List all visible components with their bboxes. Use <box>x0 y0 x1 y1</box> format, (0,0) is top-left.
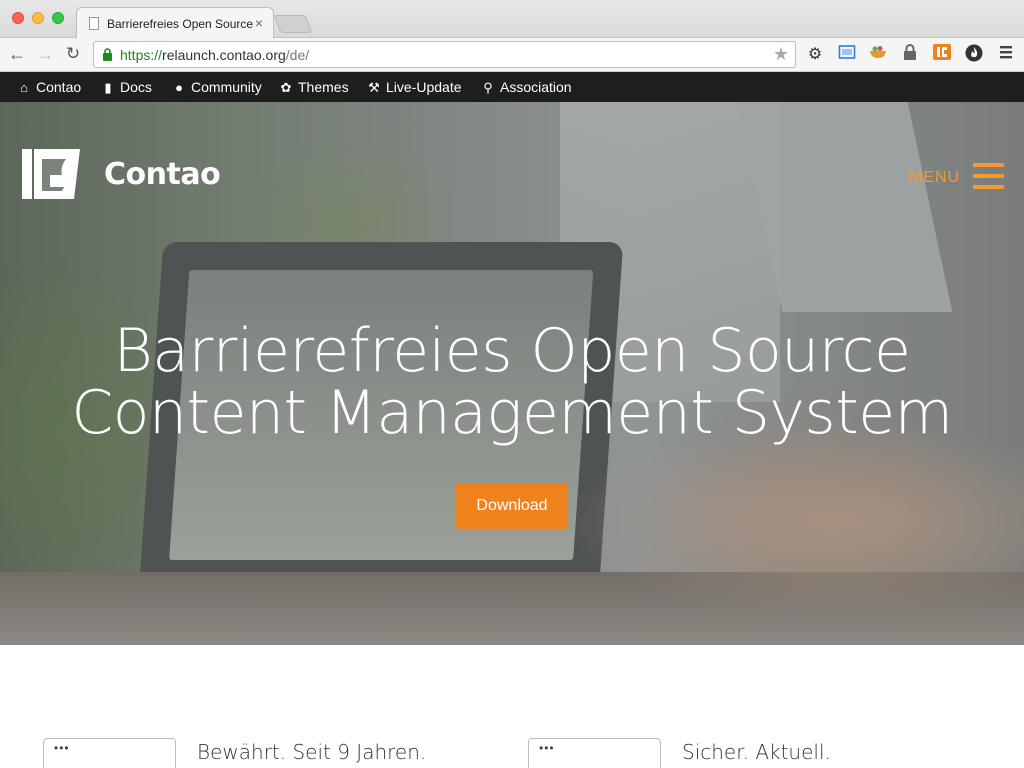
topnav-label: Contao <box>36 79 82 95</box>
topnav-label: Live-Update <box>386 79 462 95</box>
site-logo[interactable]: Contao <box>20 147 230 203</box>
hamburger-glyph <box>1000 46 1012 59</box>
map-marker-icon: ⚲ <box>483 80 493 95</box>
address-bar[interactable]: https://relaunch.contao.org/de/ ★ <box>93 41 796 68</box>
contao-extension-icon[interactable] <box>931 44 953 66</box>
url-scheme: https:// <box>120 47 163 63</box>
site-brand-name: Contao <box>104 157 221 192</box>
menu-toggle[interactable]: MENU <box>905 160 1009 194</box>
leaf-icon: ✿ <box>280 80 292 95</box>
flame-glyph <box>965 44 983 62</box>
features-section: ••• Bewährt. Seit 9 Jahren. ••• Sicher. … <box>0 645 1024 768</box>
url-host: relaunch.contao.org <box>162 47 286 63</box>
topnav-label: Docs <box>120 79 152 95</box>
home-icon: ⌂ <box>20 80 28 95</box>
settings-gear-icon[interactable]: ⚙ <box>804 44 826 66</box>
browser-window-icon: ••• <box>43 738 176 768</box>
page-icon <box>89 17 99 30</box>
window-dots: ••• <box>539 741 555 755</box>
browser-titlebar: Barrierefreies Open Source × <box>0 0 1024 39</box>
url-path: /de/ <box>285 47 310 63</box>
minimize-window-button[interactable] <box>32 12 44 24</box>
site-topbar: ⌂ Contao ▮ Docs ● Community ✿ Themes ⚒ Live-U… <box>0 72 1024 102</box>
zoom-window-button[interactable] <box>52 12 64 24</box>
secure-lock-icon <box>103 48 112 61</box>
hero-section: Contao MENU Barrierefreies Open Source C… <box>0 102 1024 645</box>
feature-title: Bewährt. Seit 9 Jahren. <box>197 740 427 764</box>
topnav-label: Community <box>191 79 262 95</box>
hero-headline: Barrierefreies Open Source Content Manag… <box>0 320 1024 444</box>
browser-tab-active[interactable]: Barrierefreies Open Source × <box>76 7 274 39</box>
menu-label: MENU <box>909 169 961 186</box>
screen-capture-icon[interactable] <box>836 44 858 66</box>
back-arrow-icon[interactable]: ← <box>6 43 28 65</box>
wrench-icon: ⚒ <box>368 80 380 95</box>
contao-logo-icon <box>22 149 80 199</box>
screen-capture-glyph <box>838 45 856 59</box>
topnav-contao[interactable]: ⌂ Contao <box>16 72 81 102</box>
feature-title: Sicher. Aktuell. <box>682 740 831 764</box>
topnav-label: Themes <box>298 79 349 95</box>
browser-toolbar: ← → ↻ https://relaunch.contao.org/de/ ★ … <box>0 38 1024 72</box>
hero-headline-line2: Content Management System <box>71 378 953 448</box>
flame-extension-icon[interactable] <box>963 44 985 66</box>
user-icon: ● <box>175 80 183 95</box>
close-window-button[interactable] <box>12 12 24 24</box>
topnav-community[interactable]: ● Community <box>171 72 262 102</box>
bowl-extension-icon[interactable] <box>867 44 889 66</box>
reload-icon[interactable]: ↻ <box>62 43 84 65</box>
window-dots: ••• <box>54 741 70 755</box>
topnav-themes[interactable]: ✿ Themes <box>278 72 349 102</box>
forward-arrow-icon[interactable]: → <box>34 43 56 65</box>
tab-close-icon[interactable]: × <box>255 15 263 31</box>
tab-title: Barrierefreies Open Source <box>107 17 253 31</box>
browser-window: Barrierefreies Open Source × ← → ↻ https… <box>0 0 1024 768</box>
browser-menu-icon[interactable] <box>995 44 1017 66</box>
hero-headline-line1: Barrierefreies Open Source <box>113 316 911 386</box>
topnav-label: Association <box>500 79 572 95</box>
topnav-docs[interactable]: ▮ Docs <box>100 72 152 102</box>
download-button[interactable]: Download <box>456 483 568 529</box>
browser-window-icon: ••• <box>528 738 661 768</box>
new-tab-button[interactable] <box>273 15 313 33</box>
hamburger-icon <box>973 163 1004 189</box>
topnav-association[interactable]: ⚲ Association <box>480 72 572 102</box>
topnav-live-update[interactable]: ⚒ Live-Update <box>366 72 462 102</box>
bowl-glyph <box>870 46 886 58</box>
contao-glyph <box>933 44 951 60</box>
bookmark-star-icon[interactable]: ★ <box>773 44 789 65</box>
book-icon: ▮ <box>104 80 112 95</box>
padlock-extension-icon[interactable] <box>899 44 921 66</box>
padlock-glyph <box>904 44 916 60</box>
url-text: https://relaunch.contao.org/de/ <box>120 47 309 63</box>
